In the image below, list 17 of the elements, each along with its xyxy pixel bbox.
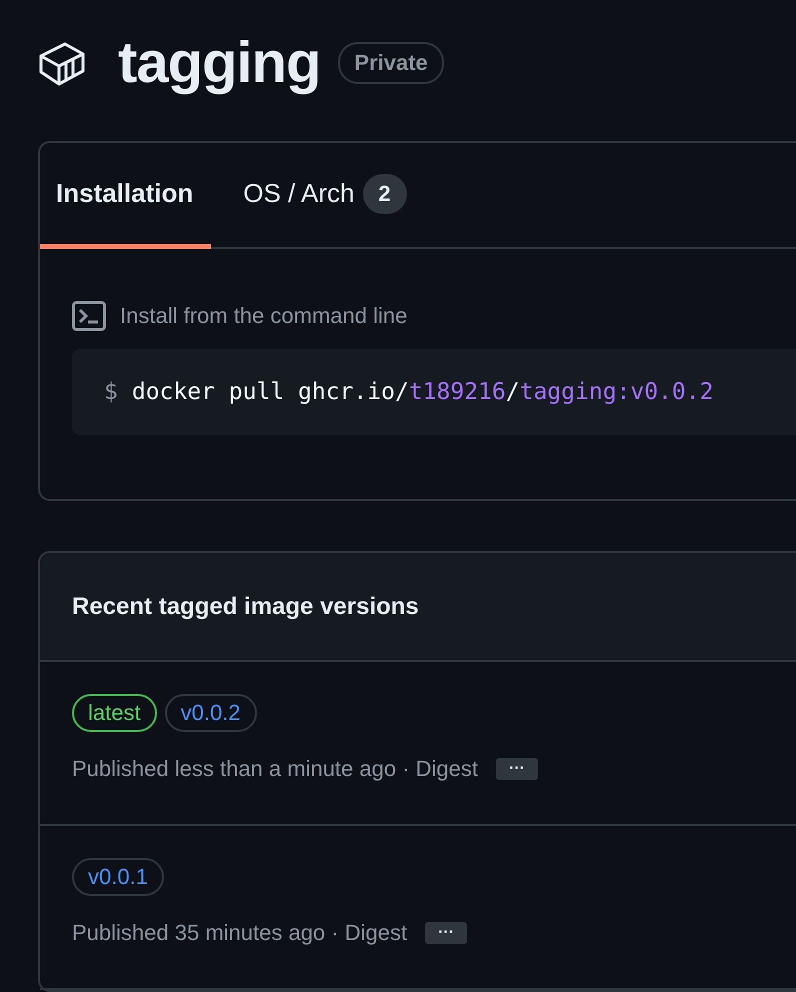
terminal-icon — [72, 301, 106, 331]
tab[interactable]: Installation — [40, 143, 212, 249]
published-text: Published 35 minutes ago · Digest — [72, 920, 408, 946]
version-tag[interactable]: v0.0.2 — [164, 694, 257, 732]
digest-button[interactable]: ··· — [496, 758, 538, 780]
package-title: tagging — [118, 34, 320, 92]
digest-button[interactable]: ··· — [425, 922, 468, 944]
install-label: Install from the command line — [120, 303, 408, 329]
tab[interactable]: OS / Arch 2 — [225, 143, 425, 249]
visibility-label: Private — [338, 42, 444, 84]
command-text: docker pull ghcr.io/t189216/tagging:v0.0.2 — [132, 379, 714, 405]
version-tag[interactable]: latest — [72, 694, 157, 732]
version-tag[interactable]: v0.0.1 — [72, 858, 164, 896]
published-text: Published less than a minute ago · Digest — [72, 756, 478, 782]
prompt-symbol: $ — [104, 379, 118, 405]
section-title: Recent tagged image versions — [72, 592, 419, 620]
count-label: 2 — [362, 174, 407, 214]
